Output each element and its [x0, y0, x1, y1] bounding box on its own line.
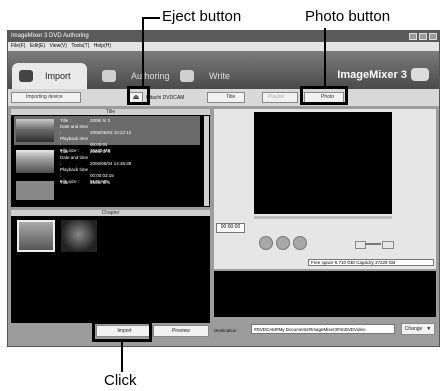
title-row[interactable]: Title :2006/ 5/ 4 Date and time :2006/05…: [14, 147, 200, 184]
chapter-header: Chapter: [11, 210, 210, 216]
menu-help[interactable]: Help(H): [94, 43, 111, 49]
write-icon: [180, 70, 194, 82]
photo-callout-label: Photo button: [305, 8, 391, 25]
click-callout-line: [121, 342, 123, 372]
chapter-panel: Chapter: [11, 210, 210, 323]
destination-label: Destination :: [214, 328, 240, 333]
photo-callout-line: [324, 28, 326, 86]
eject-callout-line: [142, 17, 144, 86]
toolbar: Importing device ⏏ Hitachi DVDCAM Title …: [8, 89, 439, 106]
title-list-header: Title: [11, 109, 210, 115]
menu-view[interactable]: View(V): [50, 43, 67, 49]
menu-tools[interactable]: Tools(T): [71, 43, 89, 49]
dropdown-arrow-icon: ▼: [426, 326, 432, 332]
close-button[interactable]: [429, 33, 437, 40]
menu-edit[interactable]: Edit(E): [30, 43, 45, 49]
tab-import[interactable]: Import: [12, 63, 87, 89]
title-thumbnail: [16, 119, 54, 142]
preview-area: 00:00:00 Free space 6.710 GB/ Capacity 3…: [214, 109, 436, 269]
info-panel: [214, 271, 436, 317]
pause-button[interactable]: [276, 236, 290, 250]
import-icon: [19, 70, 33, 82]
chapter-thumbnail[interactable]: [61, 220, 97, 252]
device-name: Hitachi DVDCAM: [146, 95, 185, 101]
app-window: ImageMixer 3 DVD Authoring File(F) Edit(…: [7, 30, 440, 347]
timecode-display: 00:00:00: [216, 223, 245, 233]
title-button[interactable]: Title: [207, 92, 245, 103]
brand-logo: ImageMixer 3: [337, 69, 407, 81]
title-bar: ImageMixer 3 DVD Authoring: [8, 31, 439, 42]
click-callout-label: Click: [104, 372, 137, 389]
disk-space-indicator: Free space 6.710 GB/ Capacity 37229 GB: [308, 259, 434, 266]
maximize-button[interactable]: [419, 33, 427, 40]
volume-slider[interactable]: [365, 243, 381, 245]
mode-tabs: Import Authoring Write ImageMixer 3: [8, 51, 439, 89]
video-preview: [254, 112, 392, 214]
playlist-button[interactable]: Playlist: [262, 92, 298, 103]
eject-highlight-box: [127, 86, 150, 105]
menu-bar: File(F) Edit(E) View(V) Tools(T) Help(H): [8, 42, 439, 51]
title-list-scrollbar[interactable]: [204, 116, 209, 206]
title-list-panel: Title Title :2006/ 5/ 3 Date and time :2…: [11, 109, 210, 207]
preview-button[interactable]: Preview: [153, 325, 209, 337]
importing-device-button[interactable]: Importing device: [11, 92, 81, 103]
play-button[interactable]: [259, 236, 273, 250]
photo-highlight-box: [300, 86, 348, 105]
destination-path-field[interactable]: #DVDCAM#My Documents#ImageMixer3#ImDVDVi…: [251, 324, 395, 334]
title-row[interactable]: Title :2006/ 5/ 3 Date and time :2006/05…: [14, 116, 200, 153]
help-toggle-icon[interactable]: [411, 68, 429, 81]
stop-button[interactable]: [293, 236, 307, 250]
minimize-button[interactable]: [409, 33, 417, 40]
eject-callout-label: Eject button: [162, 8, 242, 25]
authoring-icon: [102, 70, 116, 82]
tab-write[interactable]: Write: [176, 63, 251, 89]
eject-callout-line: [142, 17, 160, 19]
title-thumbnail: [16, 181, 54, 200]
title-row[interactable]: Title :2006/ 5/ 5: [14, 178, 200, 200]
seek-bar[interactable]: [254, 216, 392, 219]
window-title: ImageMixer 3 DVD Authoring: [11, 33, 89, 39]
title-thumbnail: [16, 150, 54, 173]
menu-file[interactable]: File(F): [11, 43, 25, 49]
import-highlight-box: [92, 321, 152, 342]
chapter-thumbnail[interactable]: [17, 220, 55, 252]
change-button[interactable]: Change ▼: [401, 323, 435, 335]
volume-max-icon[interactable]: [382, 241, 394, 249]
